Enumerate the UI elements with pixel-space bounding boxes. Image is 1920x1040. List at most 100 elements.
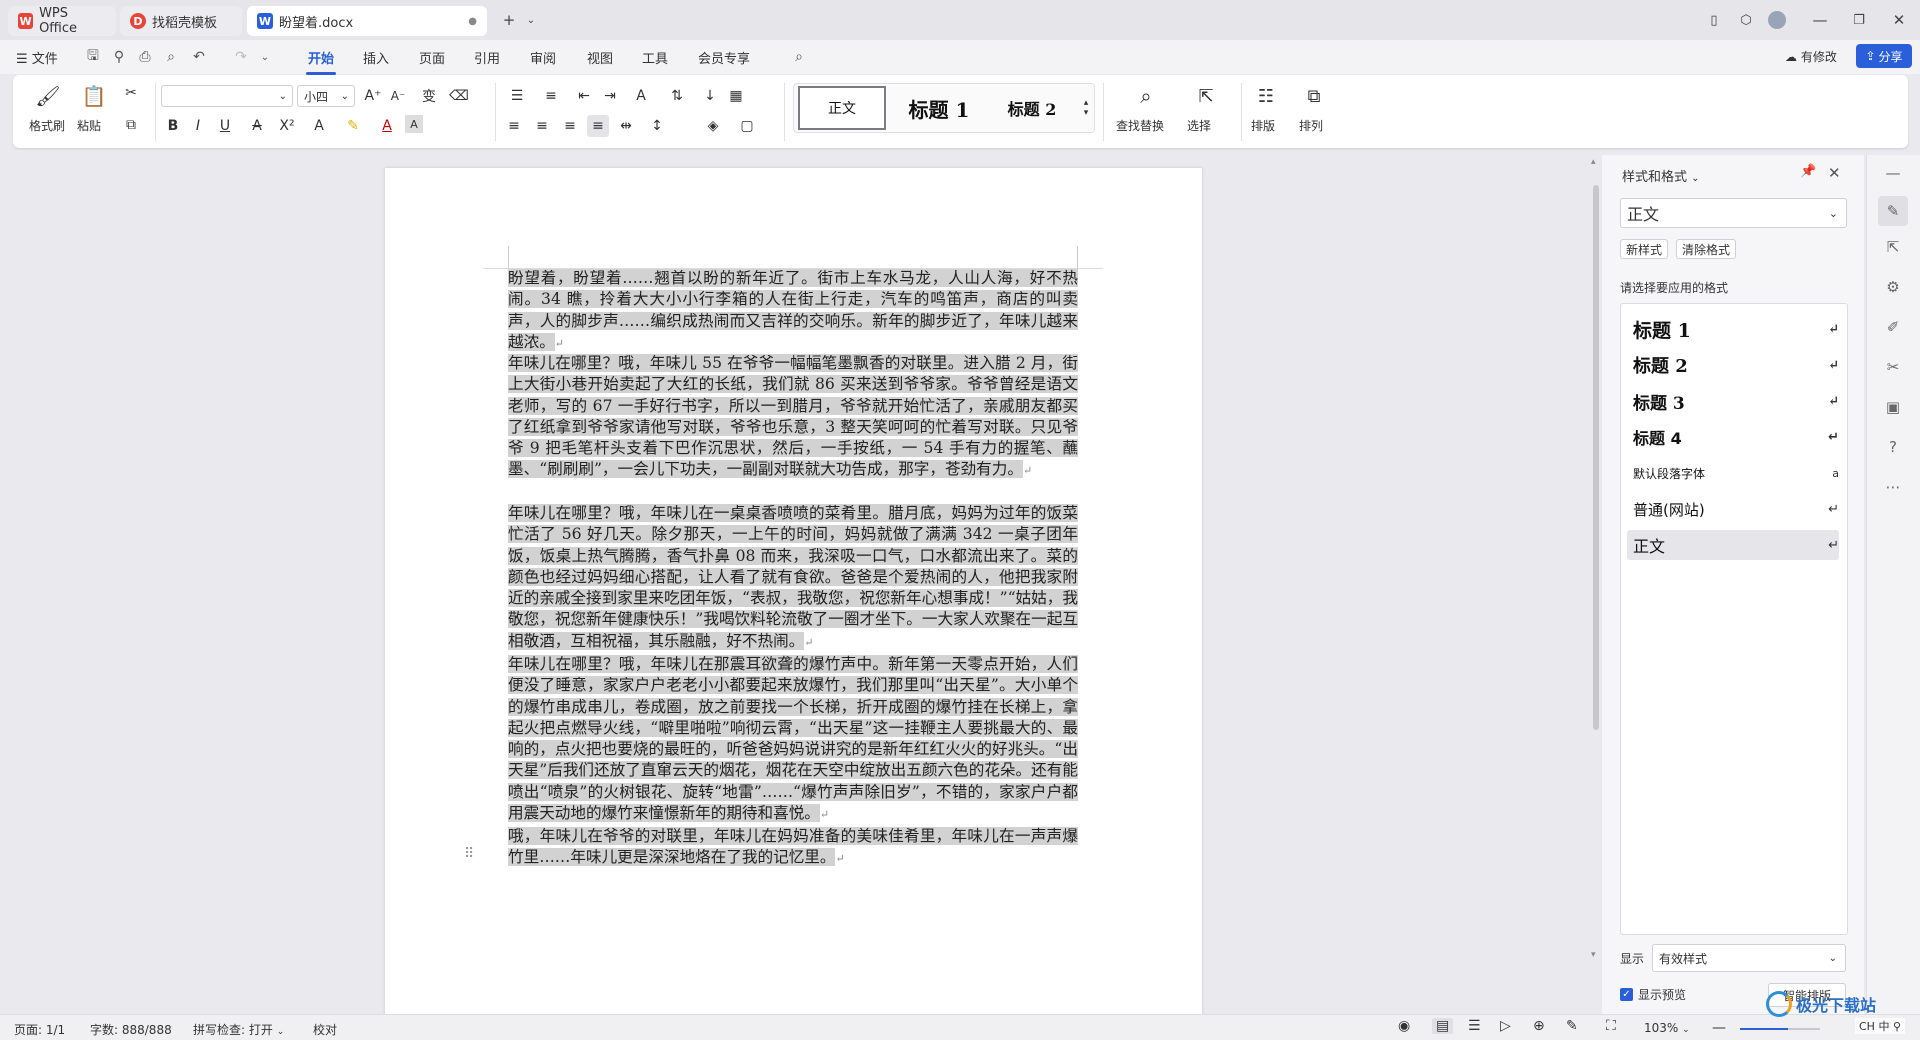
paragraph[interactable]: 年味儿在哪里？哦，年味儿在一桌桌香喷喷的菜肴里。腊月底，妈妈为过年的饭菜忙活了 … [508,503,1078,653]
style-item-normal[interactable]: 正文 ↵ [1627,530,1839,560]
text-effect-icon[interactable]: A [307,115,331,137]
play-icon[interactable]: ▷ [1500,1018,1511,1034]
tab-tools[interactable]: 工具 [642,48,668,67]
zoom-out-icon[interactable]: — [1712,1020,1726,1036]
highlight-icon[interactable]: ✎ [339,115,367,137]
current-style-combo[interactable]: 正文 ⌄ [1620,198,1847,228]
print-icon[interactable]: ⎙ [136,48,154,66]
align-left-icon[interactable]: ≡ [503,115,525,137]
style-normal[interactable]: 正文 [798,86,886,130]
arrange-icon[interactable]: ⧉ [1301,83,1327,109]
cube-icon[interactable]: ⬡ [1732,8,1760,32]
style-item-default-font[interactable]: 默认段落字体 a [1633,458,1839,488]
style-item-heading-1[interactable]: 标题 1 ↵ [1633,314,1839,344]
tab-list-chevron-icon[interactable]: ⌄ [517,8,545,32]
unsaved-dot-icon[interactable]: ● [468,16,477,27]
tab-insert[interactable]: 插入 [363,48,389,67]
minimize-icon[interactable]: — [1806,8,1834,32]
strikethrough-icon[interactable]: A [245,115,269,137]
file-menu[interactable]: ☰ 文件 [16,48,58,67]
style-item-heading-3[interactable]: 标题 3 ↵ [1633,386,1839,416]
paragraph[interactable]: 哦，年味儿在爷爷的对联里，年味儿在妈妈准备的美味佳肴里，年味儿在一声声爆竹里……… [508,826,1078,870]
save-icon[interactable]: 🖫 [84,48,102,66]
tab-view[interactable]: 视图 [587,48,613,67]
sort-icon[interactable]: ⇅ [663,85,691,107]
paragraph[interactable]: 年味儿在哪里？哦，年味儿在那震耳欲聋的爆竹声中。新年第一天零点开始，人们便没了睡… [508,654,1078,825]
layout-icon[interactable]: ☷ [1253,83,1279,109]
has-changes-indicator[interactable]: ☁ 有修改 [1785,48,1837,65]
drag-handle-icon[interactable]: ⠿ [464,846,474,862]
zoom-level[interactable]: 103% ⌄ [1644,1021,1690,1035]
font-size-combo[interactable]: 小四 ⌄ [297,85,355,107]
style-heading-1[interactable]: 标题 1 [894,86,984,130]
shading-icon[interactable]: ◈ [699,115,727,137]
cut-icon[interactable]: ✂ [121,83,141,103]
share-button[interactable]: ⇪ 分享 [1856,44,1912,68]
increase-indent-icon[interactable]: ⇥ [599,85,621,107]
paragraph[interactable]: 盼望着，盼望着……翘首以盼的新年近了。街市上车水马龙，人山人海，好不热闹。34 … [508,268,1078,354]
edit-document-icon[interactable]: ✐ [1882,316,1904,338]
distribute-icon[interactable]: ⇹ [615,115,637,137]
export-icon[interactable]: ⚲ [110,48,128,66]
print-preview-icon[interactable]: ⌕ [162,48,180,66]
help-icon[interactable]: ? [1882,436,1904,458]
tab-home[interactable]: 开始 [305,48,337,75]
undo-icon[interactable]: ↶ [190,48,208,66]
tools-icon[interactable]: ✂ [1882,356,1904,378]
close-panel-icon[interactable]: ✕ [1828,164,1841,182]
italic-icon[interactable]: I [188,115,208,137]
paste-icon[interactable]: 📋 [81,83,107,109]
decrease-indent-icon[interactable]: ⇤ [573,85,595,107]
tab-member[interactable]: 会员专享 [698,48,750,67]
justify-icon[interactable]: ≡ [587,115,609,137]
clear-format-icon[interactable]: ⌫ [449,85,469,107]
shrink-font-icon[interactable]: A⁻ [388,85,408,107]
style-gallery-scroll-icon[interactable]: ▴ ▾ [1080,86,1092,130]
style-item-normal-web[interactable]: 普通(网站) ↵ [1633,494,1839,524]
style-heading-2[interactable]: 标题 2 [990,86,1074,130]
styles-pen-icon[interactable]: ✎ [1878,196,1908,226]
zoom-slider[interactable] [1740,1028,1820,1030]
underline-icon[interactable]: U [213,115,237,137]
style-item-heading-2[interactable]: 标题 2 ↵ [1633,350,1839,380]
table-icon[interactable]: ▦ [725,85,747,107]
new-style-button[interactable]: 新样式 [1620,239,1668,259]
font-name-combo[interactable]: ⌄ [161,85,293,107]
vertical-scrollbar[interactable]: ▴ ▾ [1590,155,1602,1015]
select-cursor-icon[interactable]: ⇱ [1193,83,1219,109]
tab-document[interactable]: W 盼望着.docx ● [247,6,487,36]
search-icon[interactable]: ⌕ [790,48,808,66]
line-spacing-icon[interactable]: ↕ [643,115,671,137]
more-chevron-icon[interactable]: ⌄ [256,48,274,66]
scroll-up-icon[interactable]: ▴ [1591,157,1596,167]
tab-review[interactable]: 审阅 [530,48,556,67]
border-icon[interactable]: ▢ [733,115,761,137]
tab-docer-templates[interactable]: D 找稻壳模板 [120,6,242,36]
scroll-down-icon[interactable]: ▾ [1591,950,1596,960]
text-direction-icon[interactable]: A [627,85,655,107]
avatar[interactable] [1763,8,1791,32]
font-color-icon[interactable]: A [373,115,401,137]
reading-layout-icon[interactable]: ▯ [1700,8,1728,32]
align-center-icon[interactable]: ≡ [531,115,553,137]
spell-check-status[interactable]: 拼写检查: 打开 ⌄ [193,1021,284,1038]
format-painter-icon[interactable]: 🖌 [35,83,61,109]
collapse-icon[interactable]: — [1882,162,1904,184]
pin-icon[interactable]: 📌 [1800,164,1816,179]
superscript-icon[interactable]: X² [275,115,299,137]
find-replace-icon[interactable]: ⌕ [1133,83,1159,109]
phonetic-icon[interactable]: 变 [415,85,443,107]
web-view-icon[interactable]: ⊕ [1533,1018,1545,1034]
close-icon[interactable]: ✕ [1885,8,1913,32]
scrollbar-thumb[interactable] [1593,185,1599,730]
show-preview-checkbox[interactable]: ✓ [1620,988,1633,1001]
page-view-icon[interactable]: ▤ [1432,1018,1454,1034]
page-indicator[interactable]: 页面: 1/1 [14,1021,65,1038]
book-icon[interactable]: ▣ [1882,396,1904,418]
show-marks-icon[interactable]: ↓ [699,85,721,107]
copy-icon[interactable]: ⧉ [121,115,141,135]
outline-view-icon[interactable]: ☰ [1468,1018,1481,1034]
clear-format-button[interactable]: 清除格式 [1676,239,1736,259]
word-count[interactable]: 字数: 888/888 [90,1021,172,1038]
align-right-icon[interactable]: ≡ [559,115,581,137]
